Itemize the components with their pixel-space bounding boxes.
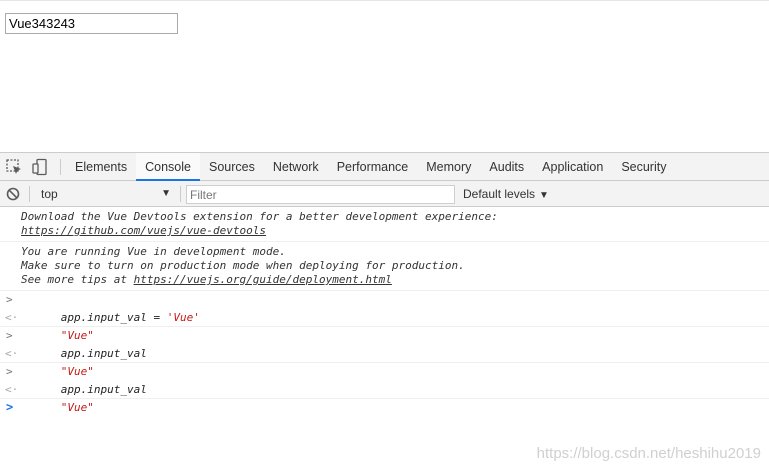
console-result: <· "Vue" — [0, 381, 769, 414]
console-output: Download the Vue Devtools extension for … — [0, 207, 769, 470]
context-value: top — [41, 187, 58, 201]
tab-application[interactable]: Application — [533, 153, 612, 181]
clear-console-icon[interactable] — [6, 187, 20, 201]
devtools-panel: Elements Console Sources Network Perform… — [0, 152, 769, 470]
filterbar-divider — [180, 186, 181, 202]
tab-console[interactable]: Console — [136, 153, 200, 181]
console-command: > app.input_val — [0, 327, 769, 360]
tab-audits[interactable]: Audits — [480, 153, 533, 181]
prompt-icon: > — [6, 293, 13, 306]
log-levels-dropdown[interactable]: Default levels ▼ — [463, 185, 549, 203]
message-text: You are running Vue in development mode. — [21, 245, 286, 258]
device-toolbar-icon[interactable] — [31, 158, 49, 176]
toolbar-divider — [60, 159, 61, 175]
console-command: > app.input_val = 'Vue' — [0, 291, 769, 324]
page-content — [0, 0, 769, 152]
devtools-extension-link[interactable]: https://github.com/vuejs/vue-devtools — [21, 224, 266, 237]
message-text: Make sure to turn on production mode whe… — [21, 259, 465, 272]
prompt-icon: > — [6, 365, 13, 378]
result-arrow-icon: <· — [5, 383, 19, 396]
console-command: > app.input_val — [0, 363, 769, 396]
tab-elements[interactable]: Elements — [66, 153, 136, 181]
console-filterbar: top ▼ Default levels▼ — [0, 181, 769, 207]
devtools-tabs: Elements Console Sources Network Perform… — [66, 153, 675, 181]
tab-network[interactable]: Network — [264, 153, 328, 181]
result-arrow-icon: <· — [5, 347, 19, 360]
deployment-guide-link[interactable]: https://vuejs.org/guide/deployment.html — [134, 273, 392, 286]
prompt-caret-icon: > — [6, 400, 14, 414]
console-result: <· "Vue" — [0, 345, 769, 378]
tab-performance[interactable]: Performance — [328, 153, 418, 181]
tab-sources[interactable]: Sources — [200, 153, 264, 181]
devtools-tabbar: Elements Console Sources Network Perform… — [0, 153, 769, 181]
tab-memory[interactable]: Memory — [417, 153, 480, 181]
console-prompt-input[interactable]: > — [0, 399, 769, 419]
message-text: See more tips at — [21, 273, 134, 286]
dropdown-arrow-icon: ▼ — [161, 188, 171, 199]
console-filter-input[interactable] — [186, 185, 455, 204]
result-arrow-icon: <· — [5, 311, 19, 324]
console-result: <· "Vue" — [0, 309, 769, 342]
vue-bound-input[interactable] — [5, 13, 178, 34]
console-message: You are running Vue in development mode.… — [0, 242, 769, 291]
dropdown-arrow-icon: ▼ — [539, 190, 549, 201]
context-selector[interactable]: top ▼ — [35, 185, 175, 203]
console-message: Download the Vue Devtools extension for … — [0, 207, 769, 242]
prompt-icon: > — [6, 329, 13, 342]
message-text: Download the Vue Devtools extension for … — [21, 210, 498, 223]
watermark: https://blog.csdn.net/heshihu2019 — [536, 445, 761, 462]
log-levels-label: Default levels — [463, 187, 536, 201]
cursor-inspect-icon[interactable] — [5, 158, 23, 176]
tab-security[interactable]: Security — [612, 153, 675, 181]
filterbar-divider — [29, 186, 30, 202]
